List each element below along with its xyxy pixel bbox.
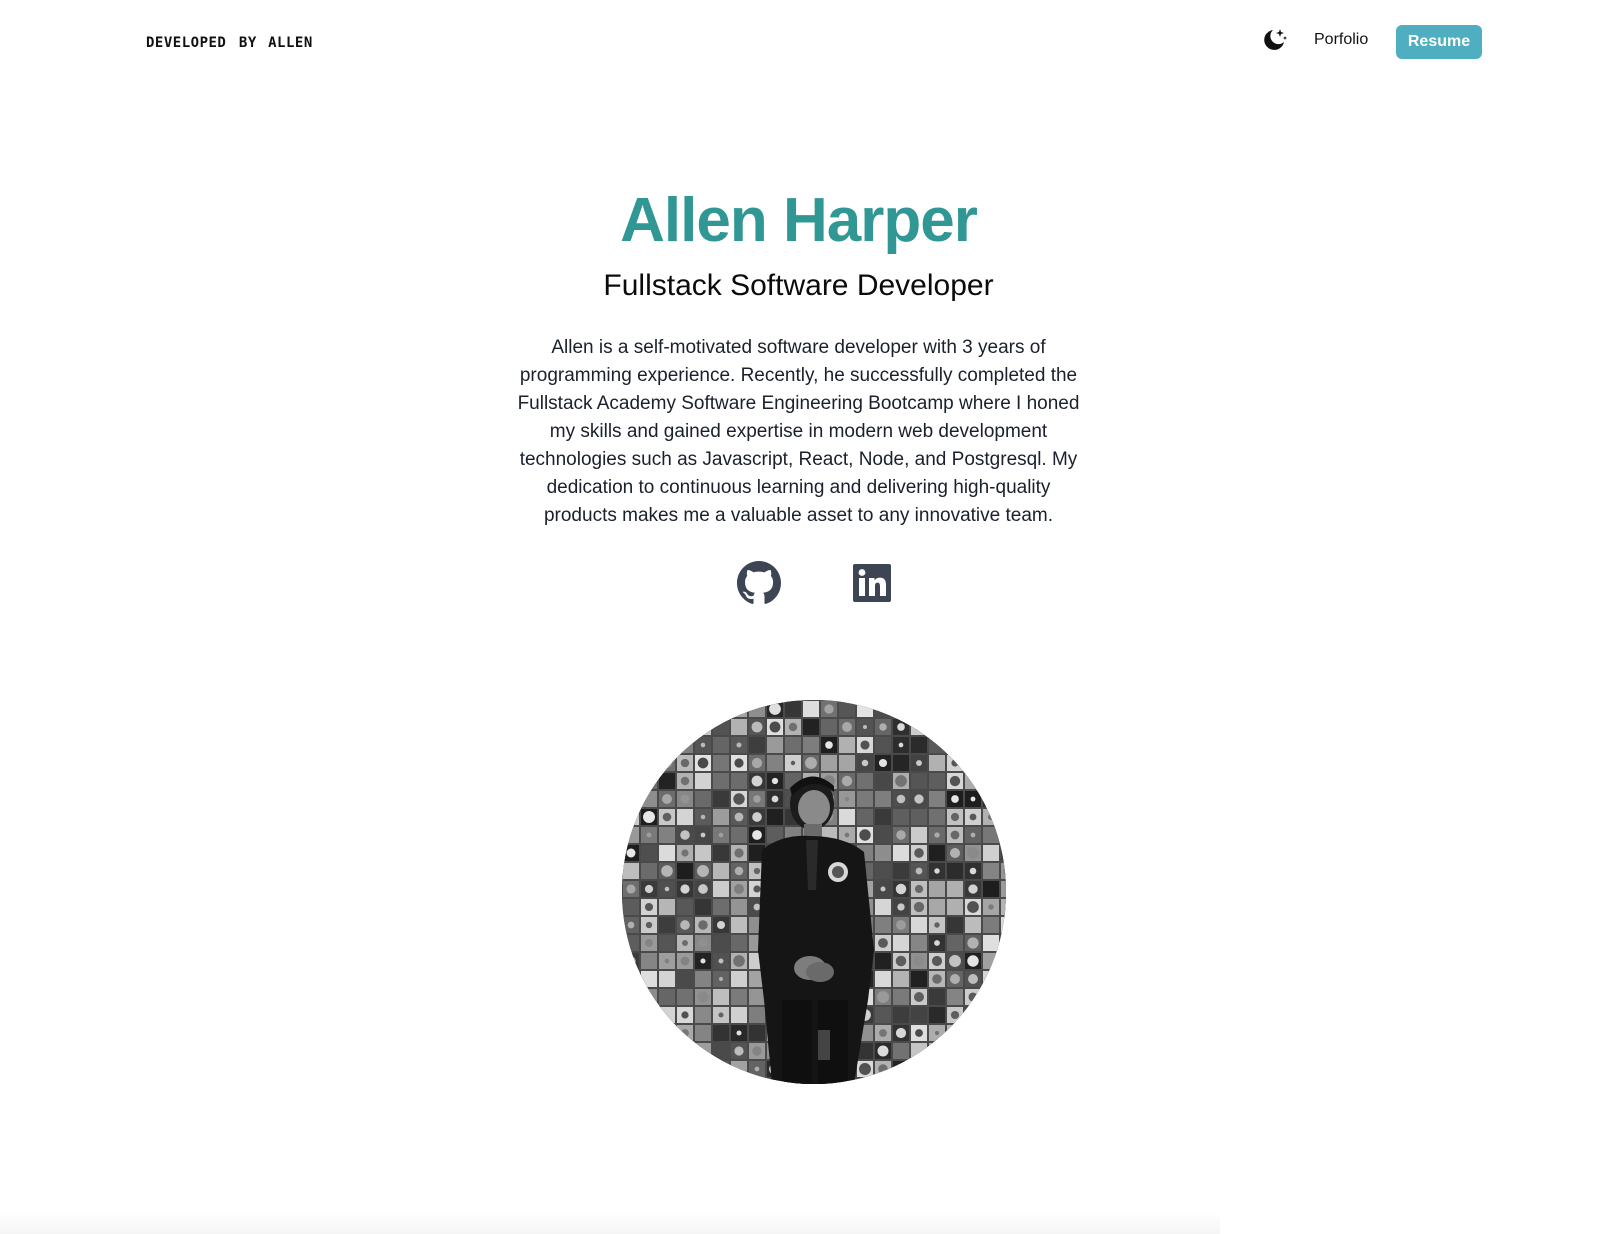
hero-name: Allen Harper — [620, 186, 978, 255]
linkedin-link[interactable] — [850, 563, 894, 607]
page: developed by Allen Porfolio Resume Allen… — [0, 0, 1597, 1234]
theme-toggle-button[interactable] — [1257, 25, 1291, 59]
linkedin-icon — [852, 563, 892, 608]
hero-section: Allen Harper Fullstack Software Develope… — [0, 180, 1597, 530]
nav-portfolio-link[interactable]: Porfolio — [1314, 31, 1368, 49]
bottom-shadow — [0, 1212, 1220, 1234]
moon-stars-icon — [1260, 26, 1288, 59]
social-links — [0, 560, 1597, 610]
profile-photo — [622, 700, 1006, 1084]
brand-name: Allen — [268, 28, 313, 52]
brand-prefix: developed by — [146, 28, 257, 52]
hero-bio: Allen is a self-motivated software devel… — [517, 337, 1080, 526]
resume-button[interactable]: Resume — [1396, 25, 1482, 59]
top-nav: developed by Allen Porfolio Resume — [0, 0, 1597, 84]
brand-logo[interactable]: developed by Allen — [146, 28, 313, 52]
hero-title: Fullstack Software Developer — [603, 269, 994, 302]
github-link[interactable] — [737, 560, 781, 610]
github-icon — [737, 560, 781, 610]
